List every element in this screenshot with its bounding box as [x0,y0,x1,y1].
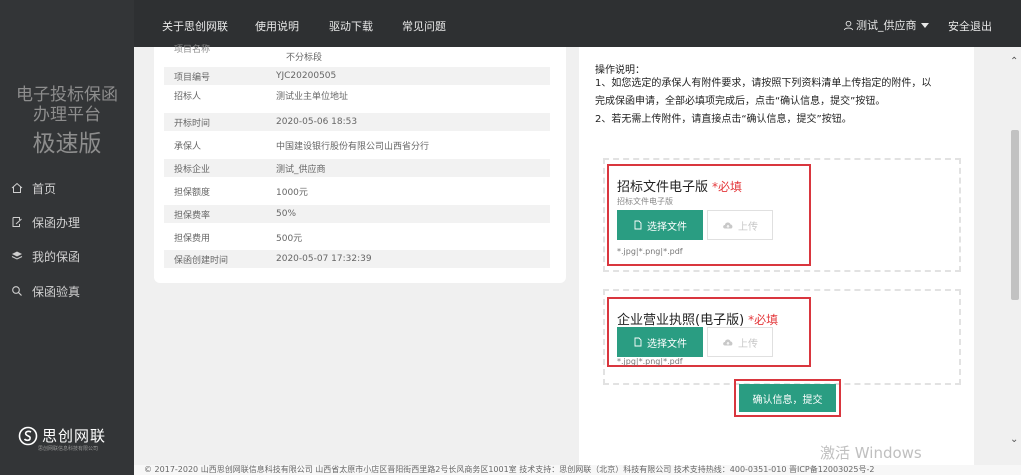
info-row: 担保额度 1000元 [174,187,308,198]
sidebar-item-home[interactable]: 首页 [10,178,56,198]
upload-box-tender-doc: 招标文件电子版 *必填 招标文件电子版 选择文件 上传 *.jpg|*.png|*… [603,158,961,272]
file-icon [634,337,642,347]
info-row: 项目编号 YJC20200505 [164,67,550,85]
nav-link-driver[interactable]: 驱动下载 [329,18,373,34]
sidebar-item-my-guarantee[interactable]: 我的保函 [10,246,80,266]
required-field-frame: 招标文件电子版 *必填 招标文件电子版 选择文件 上传 *.jpg|*.png|*… [607,164,811,266]
logo-mark-icon [18,426,38,445]
brand-edition: 极速版 [32,131,102,157]
nav-link-faq[interactable]: 常见问题 [402,18,446,34]
info-row: 开标时间 2020-05-06 18:53 [164,113,550,131]
instructions-line: 完成保函申请，全部必填项完成后，点击“确认信息，提交”按钮。 [595,96,886,107]
sidebar-item-verify[interactable]: 保函验真 [10,281,80,301]
company-logo: 思创网联 [18,425,106,446]
nav-link-usage[interactable]: 使用说明 [255,18,299,34]
cloud-upload-icon [723,222,733,229]
upload-title: 企业营业执照(电子版) *必填 [617,313,779,328]
guarantee-info-card: 项目名称 不分标段 项目编号 YJC20200505 招标人 测试业主单位地址 开标… [154,45,566,283]
info-value-partial: 不分标段 [286,53,323,63]
page-footer: © 2017-2020 山西思创网联信息科技有限公司 山西省太原市小店区晋阳街西… [134,465,1021,475]
sidebar-item-label: 保函验真 [32,284,81,299]
instructions-line: 1、如您选定的承保人有附件要求，请按照下列资料清单上传指定的附件，以 [595,78,932,89]
required-mark: *必填 [748,313,779,327]
home-icon [10,181,24,195]
instructions-title: 操作说明： [595,65,645,76]
sidebar-item-label: 首页 [32,181,57,196]
brand-subtitle: 办理平台 [33,105,101,125]
footer-text: © 2017-2020 山西思创网联信息科技有限公司 山西省太原市小店区晋阳街西… [144,465,875,474]
nav-link-about[interactable]: 关于思创网联 [162,18,228,34]
upload-title: 招标文件电子版 *必填 [617,180,743,195]
file-type-hint: *.jpg|*.png|*.pdf [617,357,683,366]
submit-highlight-frame: 确认信息，提交 [734,379,841,417]
confirm-submit-button[interactable]: 确认信息，提交 [739,384,836,412]
scrollbar-thumb[interactable] [1011,130,1019,300]
sidebar-item-label: 保函办理 [32,215,81,230]
file-icon [634,220,642,230]
info-row: 担保费用 500元 [174,233,303,244]
user-name: 测试_供应商 [856,19,917,32]
windows-activation-watermark: 激活 Windows [820,444,922,462]
upload-button[interactable]: 上传 [707,327,773,357]
scroll-up-icon[interactable]: ⌃ [1010,56,1018,67]
user-menu[interactable]: 测试_供应商 [843,17,929,33]
choose-file-button[interactable]: 选择文件 [617,327,703,357]
logout-link[interactable]: 安全退出 [948,18,992,34]
edit-icon [10,215,24,229]
scroll-down-icon[interactable]: ⌄ [1010,434,1018,445]
logo-text: 思创网联 [42,427,107,445]
layers-icon [10,249,24,263]
upload-box-business-license: 企业营业执照(电子版) *必填 选择文件 上传 *.jpg|*.png|*.pdf [603,289,961,385]
upload-subtitle: 招标文件电子版 [617,197,673,206]
upload-button[interactable]: 上传 [707,210,773,240]
logo-subtext: 思创网联信息科技有限公司 [38,446,99,452]
top-navbar: 关于思创网联 使用说明 驱动下载 常见问题 测试_供应商 安全退出 [134,0,1021,47]
info-row: 招标人 测试业主单位地址 [174,91,349,102]
info-label-partial: 项目名称 [174,45,211,55]
info-row: 承保人 中国建设银行股份有限公司山西省分行 [174,141,430,152]
sidebar-item-label: 我的保函 [32,249,81,264]
sidebar-item-guarantee-apply[interactable]: 保函办理 [10,212,80,232]
info-row: 担保费率 50% [164,205,550,223]
required-mark: *必填 [712,180,743,194]
instructions-line: 2、若无需上传附件，请直接点击“确认信息，提交”按钮。 [595,114,852,125]
file-type-hint: *.jpg|*.png|*.pdf [617,247,683,256]
info-row: 投标企业 测试_供应商 [164,159,550,177]
required-field-frame: 企业营业执照(电子版) *必填 选择文件 上传 *.jpg|*.png|*.pdf [607,297,811,367]
cloud-upload-icon [723,339,733,346]
choose-file-button[interactable]: 选择文件 [617,210,703,240]
user-icon [843,20,854,30]
sidebar: 电子投标保函 办理平台 极速版 首页 保函办理 我的保函 保函验真 思创网联 思… [0,0,134,475]
info-row: 保函创建时间 2020-05-07 17:32:39 [164,250,550,268]
search-icon [10,284,24,298]
chevron-down-icon [920,22,929,28]
main-content: 项目名称 不分标段 项目编号 YJC20200505 招标人 测试业主单位地址 开标… [134,45,1009,465]
